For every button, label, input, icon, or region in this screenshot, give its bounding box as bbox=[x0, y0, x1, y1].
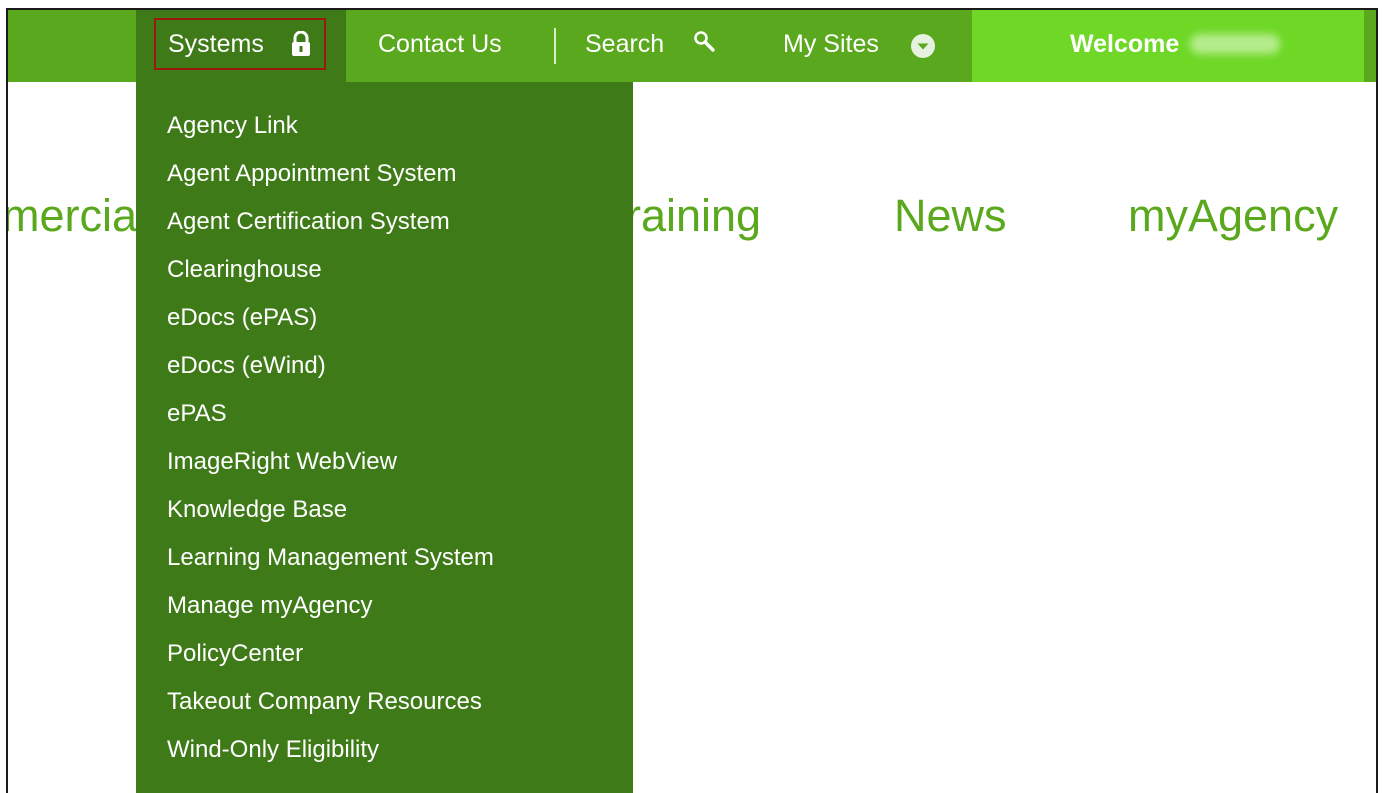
systems-menu-list: Agency Link Agent Appointment System Age… bbox=[167, 102, 494, 774]
chevron-down-icon[interactable] bbox=[910, 33, 936, 59]
menu-item-knowledge-base[interactable]: Knowledge Base bbox=[167, 486, 494, 534]
menu-item-policycenter[interactable]: PolicyCenter bbox=[167, 630, 494, 678]
nav-training-link[interactable]: raining bbox=[626, 186, 761, 246]
browser-viewport: Systems Contact Us Search My Sites Welco… bbox=[6, 8, 1378, 793]
user-name-redacted bbox=[1190, 34, 1280, 54]
nav-news-link[interactable]: News bbox=[894, 186, 1007, 246]
menu-item-learning-management-system[interactable]: Learning Management System bbox=[167, 534, 494, 582]
menu-item-agent-certification-system[interactable]: Agent Certification System bbox=[167, 198, 494, 246]
nav-divider bbox=[554, 28, 556, 64]
menu-item-wind-only-eligibility[interactable]: Wind-Only Eligibility bbox=[167, 726, 494, 774]
systems-menu-button[interactable]: Systems bbox=[168, 24, 264, 64]
menu-item-edocs-epas[interactable]: eDocs (ePAS) bbox=[167, 294, 494, 342]
topbar-right-edge bbox=[1364, 10, 1376, 82]
search-link[interactable]: Search bbox=[585, 24, 664, 64]
lock-icon bbox=[292, 31, 310, 56]
contact-us-link[interactable]: Contact Us bbox=[378, 24, 502, 64]
nav-commercial-link[interactable]: mercia bbox=[8, 186, 137, 246]
menu-item-agent-appointment-system[interactable]: Agent Appointment System bbox=[167, 150, 494, 198]
search-icon[interactable] bbox=[693, 30, 719, 56]
menu-item-imageright-webview[interactable]: ImageRight WebView bbox=[167, 438, 494, 486]
systems-dropdown-menu: Agency Link Agent Appointment System Age… bbox=[136, 82, 633, 793]
menu-item-agency-link[interactable]: Agency Link bbox=[167, 102, 494, 150]
nav-myagency-link[interactable]: myAgency bbox=[1128, 186, 1338, 246]
menu-item-clearinghouse[interactable]: Clearinghouse bbox=[167, 246, 494, 294]
menu-item-takeout-company-resources[interactable]: Takeout Company Resources bbox=[167, 678, 494, 726]
my-sites-menu[interactable]: My Sites bbox=[783, 24, 879, 64]
welcome-label: Welcome bbox=[1070, 30, 1180, 58]
menu-item-edocs-ewind[interactable]: eDocs (eWind) bbox=[167, 342, 494, 390]
menu-item-manage-myagency[interactable]: Manage myAgency bbox=[167, 582, 494, 630]
menu-item-epas[interactable]: ePAS bbox=[167, 390, 494, 438]
